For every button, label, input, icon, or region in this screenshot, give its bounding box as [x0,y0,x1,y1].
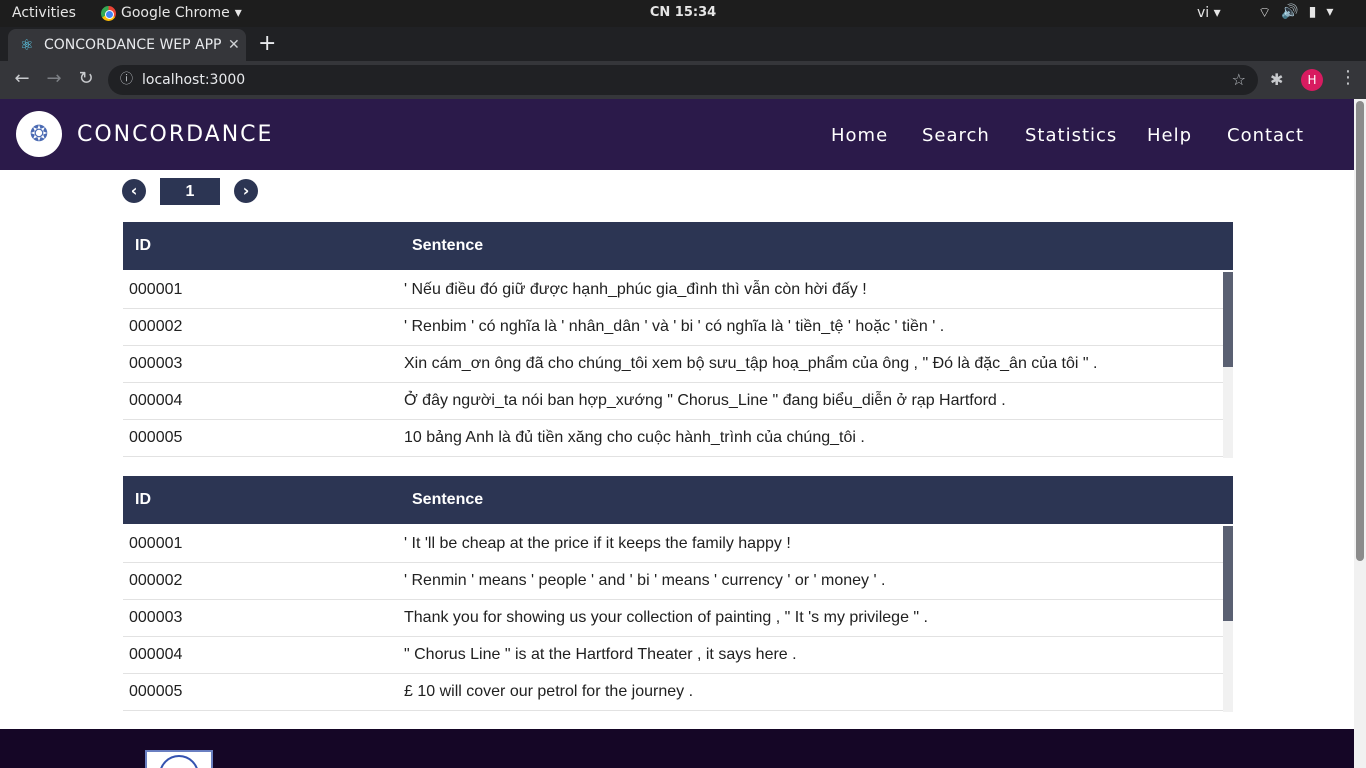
next-page-button[interactable]: › [234,179,258,203]
row-sentence: Thank you for showing us your collection… [404,609,928,626]
row-id: 000003 [129,355,183,372]
chevron-down-icon: ▾ [1326,4,1334,20]
row-sentence: ' Renmin ' means ' people ' and ' bi ' m… [404,572,886,589]
site-logo[interactable]: ❂ [16,111,62,157]
nav-contact[interactable]: Contact [1227,125,1304,146]
forward-icon[interactable]: → [42,68,66,89]
row-sentence: ' Nếu điều đó giữ được hạnh_phúc gia_đìn… [404,281,867,298]
row-id: 000003 [129,609,183,626]
logo-icon: ❂ [29,121,49,147]
column-sentence: Sentence [412,237,484,254]
close-icon[interactable]: ✕ [228,37,240,53]
site-footer [0,729,1354,768]
nav-statistics[interactable]: Statistics [1025,125,1117,146]
url-text: localhost:3000 [142,72,246,88]
scrollbar-thumb[interactable] [1356,101,1364,561]
globe-logo-icon [145,750,213,768]
os-top-bar: Activities Google Chrome ▾ CN 15:34 vi ▾… [0,0,1366,27]
table-body[interactable]: 000001 ' It 'll be cheap at the price if … [123,526,1233,712]
row-id: 000005 [129,429,183,446]
table-scrollbar[interactable] [1223,272,1233,458]
table-row[interactable]: 000003 Thank you for showing us your coll… [123,600,1223,637]
table-row[interactable]: 000002 ' Renbim ' có nghĩa là ' nhân_dân … [123,309,1223,346]
row-sentence: £ 10 will cover our petrol for the journ… [404,683,694,700]
language-indicator[interactable]: vi ▾ [1197,5,1221,21]
page-scrollbar[interactable] [1354,99,1366,768]
prev-page-button[interactable]: ‹ [122,179,146,203]
reload-icon[interactable]: ↻ [74,68,98,89]
tab-strip: ⚛ CONCORDANCE WEP APP ✕ + [0,27,1366,61]
volume-icon: 🔊 [1281,4,1299,20]
row-sentence: 10 bảng Anh là đủ tiền xăng cho cuộc hàn… [404,429,865,446]
row-id: 000001 [129,281,183,298]
bookmark-star-icon[interactable]: ☆ [1232,65,1246,95]
profile-avatar[interactable]: H [1301,69,1323,91]
extensions-icon[interactable]: ✱ [1270,70,1283,89]
address-bar[interactable]: ⓘ localhost:3000 ☆ [108,65,1258,95]
table-header: ID Sentence [123,476,1233,524]
row-sentence: ' It 'll be cheap at the price if it kee… [404,535,791,552]
site-header: ❂ CONCORDANCE Home Search Statistics Hel… [0,99,1354,170]
row-id: 000004 [129,646,183,663]
column-id: ID [135,491,151,508]
row-id: 000001 [129,535,183,552]
row-id: 000004 [129,392,183,409]
browser-toolbar: ← → ↻ ⓘ localhost:3000 ☆ ✱ H ⋮ [0,61,1366,99]
table-scrollbar[interactable] [1223,526,1233,712]
english-table: ID Sentence 000001 ' It 'll be cheap at t… [123,476,1233,712]
nav-help[interactable]: Help [1147,125,1192,146]
back-icon[interactable]: ← [10,68,34,89]
battery-icon: ▮ [1308,4,1317,20]
row-sentence: Xin cám_ơn ông đã cho chúng_tôi xem bộ s… [404,355,1098,372]
row-sentence: ' Renbim ' có nghĩa là ' nhân_dân ' và '… [404,318,945,335]
table-row[interactable]: 000005 £ 10 will cover our petrol for the… [123,674,1223,711]
table-body[interactable]: 000001 ' Nếu điều đó giữ được hạnh_phúc g… [123,272,1233,458]
scrollbar-thumb[interactable] [1223,526,1233,621]
column-id: ID [135,237,151,254]
table-row[interactable]: 000004 " Chorus Line " is at the Hartford… [123,637,1223,674]
row-sentence: Ở đây người_ta nói ban hợp_xướng " Choru… [404,392,1006,409]
info-icon[interactable]: ⓘ [120,65,133,95]
table-row[interactable]: 000003 Xin cám_ơn ông đã cho chúng_tôi xe… [123,346,1223,383]
browser-tab[interactable]: ⚛ CONCORDANCE WEP APP ✕ [8,29,246,61]
table-row[interactable]: 000002 ' Renmin ' means ' people ' and ' … [123,563,1223,600]
table-row[interactable]: 000001 ' It 'll be cheap at the price if … [123,526,1223,563]
row-id: 000002 [129,318,183,335]
row-id: 000005 [129,683,183,700]
new-tab-button[interactable]: + [258,31,276,56]
table-row[interactable]: 000004 Ở đây người_ta nói ban hợp_xướng "… [123,383,1223,420]
page: ❂ CONCORDANCE Home Search Statistics Hel… [0,99,1354,768]
row-sentence: " Chorus Line " is at the Hartford Theat… [404,646,797,663]
page-number: 1 [160,178,220,205]
clock[interactable]: CN 15:34 [0,5,1366,20]
react-icon: ⚛ [20,36,34,54]
nav-home[interactable]: Home [831,125,888,146]
table-header: ID Sentence [123,222,1233,270]
column-sentence: Sentence [412,491,484,508]
menu-dots-icon[interactable]: ⋮ [1339,67,1357,88]
wifi-icon: ⌔ [1258,5,1272,21]
row-id: 000002 [129,572,183,589]
tab-title: CONCORDANCE WEP APP [44,37,222,53]
vietnamese-table: ID Sentence 000001 ' Nếu điều đó giữ được… [123,222,1233,458]
brand-title[interactable]: CONCORDANCE [77,122,273,147]
scrollbar-thumb[interactable] [1223,272,1233,367]
table-row[interactable]: 000001 ' Nếu điều đó giữ được hạnh_phúc g… [123,272,1223,309]
system-tray[interactable]: ⌔ 🔊 ▮ ▾ [1258,4,1333,22]
nav-search[interactable]: Search [922,125,990,146]
table-row[interactable]: 000005 10 bảng Anh là đủ tiền xăng cho cu… [123,420,1223,457]
